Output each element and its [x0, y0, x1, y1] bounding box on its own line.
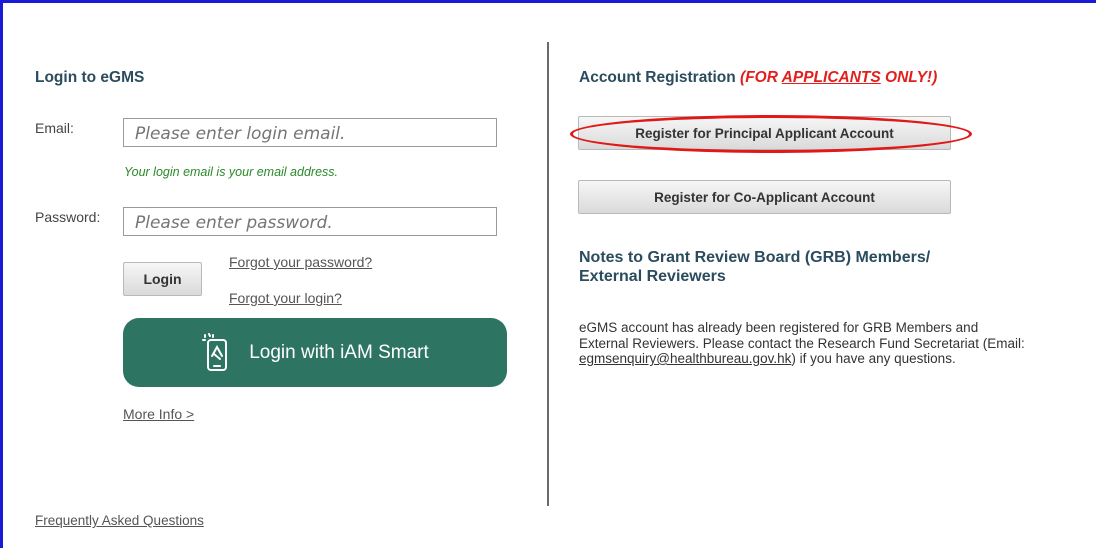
notes-heading-line1: Notes to Grant Review Board (GRB) Member…	[579, 249, 931, 266]
more-info-link[interactable]: More Info >	[123, 406, 194, 422]
warning-prefix: (FOR	[740, 69, 782, 86]
notes-text: eGMS account has already been registered…	[579, 320, 1029, 367]
notes-text-before: eGMS account has already been registered…	[579, 320, 1025, 351]
iam-smart-label: Login with iAM Smart	[249, 341, 429, 363]
password-input[interactable]	[123, 207, 497, 236]
forgot-login-link[interactable]: Forgot your login?	[229, 290, 342, 306]
faq-link[interactable]: Frequently Asked Questions	[35, 513, 204, 528]
login-heading: Login to eGMS	[35, 69, 145, 86]
registration-heading: Account Registration (FOR APPLICANTS ONL…	[579, 69, 937, 87]
email-label: Email:	[35, 120, 74, 136]
applicants-only-warning: (FOR APPLICANTS ONLY!)	[740, 69, 937, 86]
notes-heading-line2: External Reviewers	[579, 268, 726, 285]
warning-suffix: ONLY!)	[880, 69, 938, 86]
smartphone-iam-icon	[201, 332, 231, 378]
email-input[interactable]	[123, 118, 497, 147]
column-divider	[547, 42, 549, 506]
highlight-annotation	[570, 115, 972, 153]
forgot-password-link[interactable]: Forgot your password?	[229, 254, 372, 270]
email-hint: Your login email is your email address.	[124, 165, 338, 179]
login-button[interactable]: Login	[123, 262, 202, 296]
enquiry-email-link[interactable]: egmsenquiry@healthbureau.gov.hk	[579, 351, 791, 366]
password-label: Password:	[35, 209, 101, 225]
register-co-applicant-button[interactable]: Register for Co-Applicant Account	[578, 180, 951, 214]
notes-text-after: ) if you have any questions.	[791, 351, 956, 366]
notes-heading: Notes to Grant Review Board (GRB) Member…	[579, 248, 930, 286]
registration-heading-text: Account Registration	[579, 69, 736, 86]
iam-smart-login-button[interactable]: Login with iAM Smart	[123, 318, 507, 387]
warning-emphasis: APPLICANTS	[781, 69, 881, 86]
